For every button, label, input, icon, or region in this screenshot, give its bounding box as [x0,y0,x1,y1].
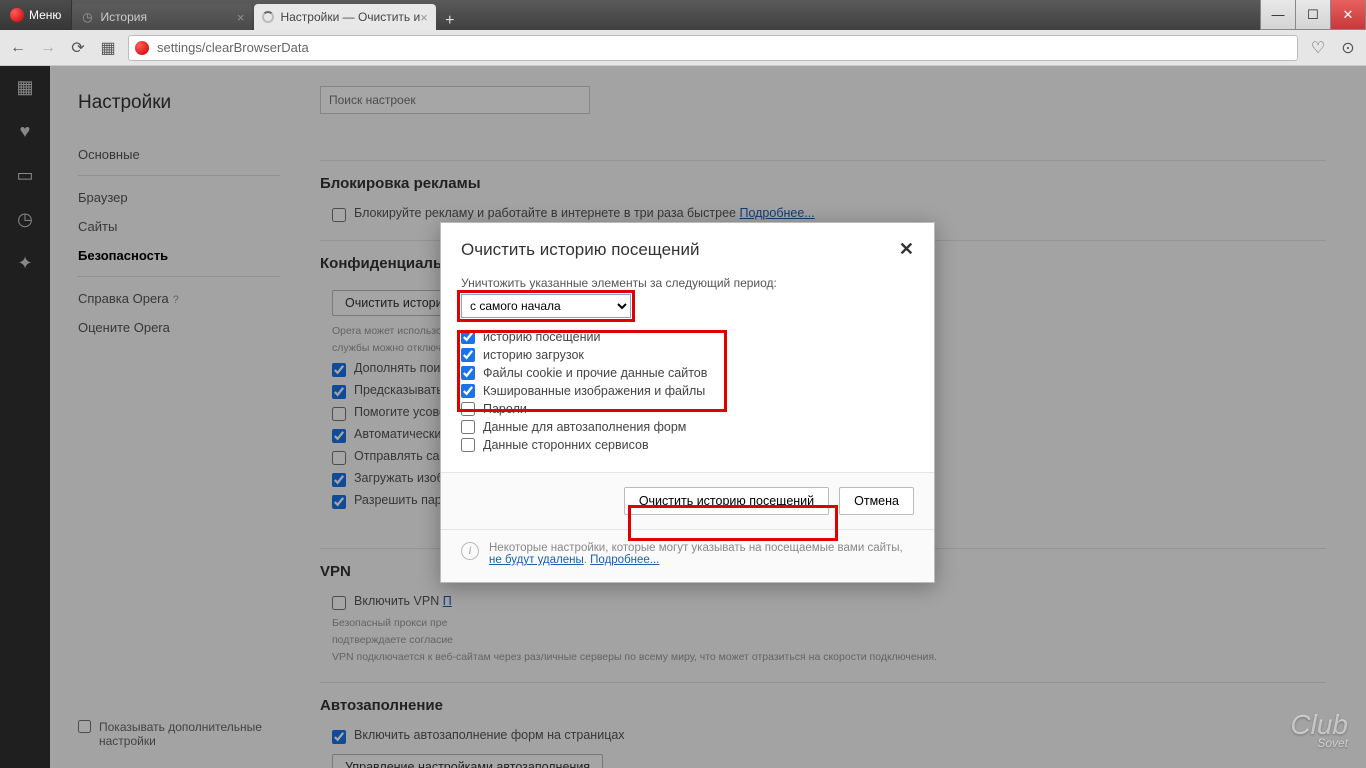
back-button[interactable]: ← [8,38,28,58]
tab-strip: ◷ История × Настройки — Очистить и × + [72,0,461,30]
not-deleted-link[interactable]: не будут удалены [489,554,584,566]
tab-label: История [100,10,147,24]
dialog-item-label: Данные сторонних сервисов [483,438,649,452]
tab-history[interactable]: ◷ История × [72,4,252,30]
activity-bar: ▦ ♥ ▭ ◷ ✦ [0,66,50,768]
period-select[interactable]: с самого начала [461,294,631,318]
minimize-button[interactable]: — [1260,0,1296,30]
dialog-item-checkbox[interactable] [461,384,475,398]
heart-icon[interactable]: ♥ [14,120,36,142]
dialog-close-button[interactable]: ✕ [899,239,914,260]
download-icon[interactable]: ⊙ [1338,38,1358,58]
dialog-item-checkbox[interactable] [461,330,475,344]
learn-more-link[interactable]: Подробнее... [590,554,659,566]
news-icon[interactable]: ▭ [14,164,36,186]
dialog-item-checkbox[interactable] [461,348,475,362]
dialog-item-label: историю посещений [483,330,600,344]
url-text: settings/clearBrowserData [157,40,309,55]
heart-icon[interactable]: ♡ [1308,38,1328,58]
opera-icon [10,8,24,22]
tab-settings[interactable]: Настройки — Очистить и × [254,4,435,30]
dialog-title: Очистить историю посещений [461,240,699,260]
window-controls: — ☐ ✕ [1261,0,1366,30]
maximize-button[interactable]: ☐ [1295,0,1331,30]
dialog-item-label: Данные для автозаполнения форм [483,420,686,434]
new-tab-button[interactable]: + [438,12,462,30]
period-label: Уничтожить указанные элементы за следующ… [461,276,914,290]
extensions-icon[interactable]: ✦ [14,252,36,274]
cancel-button[interactable]: Отмена [839,487,914,515]
opera-icon [135,41,149,55]
forward-button[interactable]: → [38,38,58,58]
dialog-item-label: Кэшированные изображения и файлы [483,384,705,398]
loading-icon [262,11,274,23]
clear-button[interactable]: Очистить историю посещений [624,487,829,515]
tab-label: Настройки — Очистить и [280,10,420,24]
clock-icon: ◷ [80,10,94,24]
titlebar: Меню ◷ История × Настройки — Очистить и … [0,0,1366,30]
dialog-item-label: историю загрузок [483,348,584,362]
navigation-toolbar: ← → ⟳ ▦ settings/clearBrowserData ♡ ⊙ [0,30,1366,66]
address-bar[interactable]: settings/clearBrowserData [128,35,1298,61]
dialog-item-checkbox[interactable] [461,420,475,434]
info-icon: i [461,542,479,560]
reload-button[interactable]: ⟳ [68,38,88,58]
dialog-item-label: Файлы cookie и прочие данные сайтов [483,366,707,380]
dialog-item-label: Пароли [483,402,527,416]
dialog-item-checkbox[interactable] [461,366,475,380]
clear-data-dialog: Очистить историю посещений ✕ Уничтожить … [440,222,935,583]
menu-label: Меню [29,8,61,22]
close-icon[interactable]: × [237,10,245,25]
close-icon[interactable]: × [420,10,428,25]
opera-menu-button[interactable]: Меню [0,0,72,30]
dialog-item-checkbox[interactable] [461,438,475,452]
dialog-item-checkbox[interactable] [461,402,475,416]
close-button[interactable]: ✕ [1330,0,1366,30]
clock-icon[interactable]: ◷ [14,208,36,230]
apps-icon[interactable]: ▦ [14,76,36,98]
dialog-footnote: Некоторые настройки, которые могут указы… [489,542,914,566]
speed-dial-button[interactable]: ▦ [98,38,118,58]
